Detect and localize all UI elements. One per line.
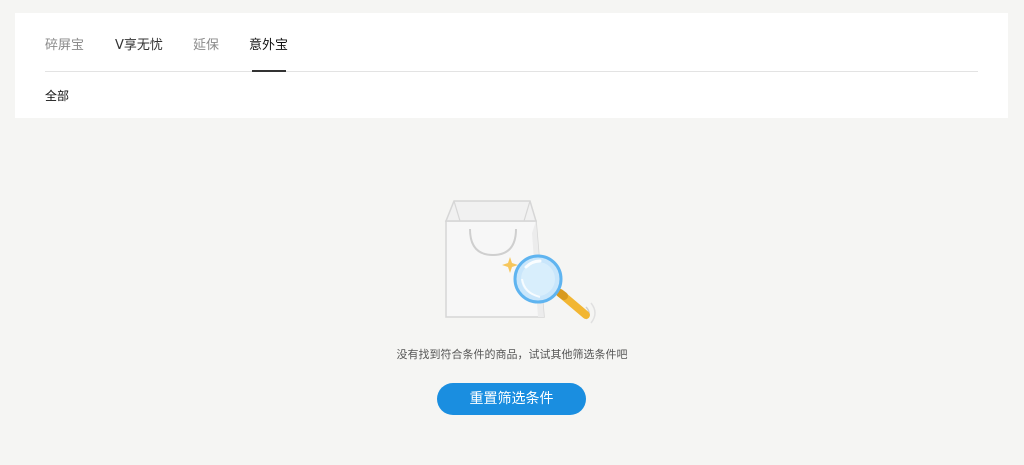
tab-accident-protection[interactable]: 意外宝 [249, 37, 288, 55]
empty-state-message: 没有找到符合条件的商品，试试其他筛选条件吧 [396, 348, 628, 361]
tab-extended-warranty[interactable]: 延保 [193, 37, 219, 55]
tab-bar: 碎屏宝 V享无忧 延保 意外宝 [45, 13, 978, 72]
reset-filters-button[interactable]: 重置筛选条件 [437, 383, 586, 415]
active-tab-indicator [252, 70, 286, 72]
tab-v-worry-free[interactable]: V享无忧 [115, 37, 163, 55]
category-panel: 碎屏宝 V享无忧 延保 意外宝 全部 [15, 13, 1008, 118]
shopping-bag-magnifier-icon [444, 200, 596, 324]
tab-screen-protection[interactable]: 碎屏宝 [45, 37, 84, 55]
filter-all[interactable]: 全部 [45, 87, 69, 104]
